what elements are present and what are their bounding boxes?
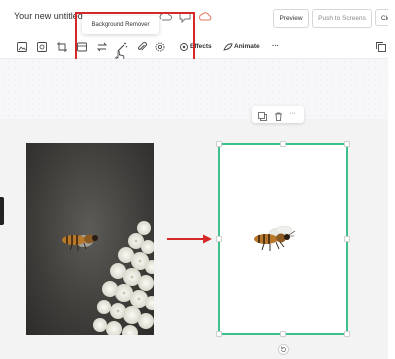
- replace-image-icon[interactable]: [36, 41, 48, 53]
- resize-handle[interactable]: [344, 331, 350, 337]
- duplicate-icon[interactable]: [375, 41, 387, 53]
- resize-handle[interactable]: [344, 236, 350, 242]
- resize-handle[interactable]: [216, 236, 222, 242]
- copy-icon[interactable]: [257, 109, 268, 121]
- right-edge: [388, 0, 395, 359]
- crop-icon[interactable]: [56, 41, 68, 53]
- resize-handle[interactable]: [216, 331, 222, 337]
- animate-label[interactable]: Animate: [234, 43, 260, 50]
- cloud-sync-icon[interactable]: [198, 10, 212, 24]
- more-options-button[interactable]: ···: [272, 43, 279, 50]
- original-bee-photo[interactable]: [26, 143, 154, 335]
- image-icon[interactable]: [16, 41, 28, 53]
- top-bar: Your new untitled Preview Push to Screen…: [0, 0, 395, 36]
- push-to-screens-button[interactable]: Push to Screens: [312, 9, 372, 28]
- editor-toolbar: Effects Animate ···: [0, 36, 395, 59]
- resize-handle[interactable]: [216, 141, 222, 147]
- resize-handle[interactable]: [280, 331, 286, 337]
- arrow-icon: [167, 234, 212, 244]
- side-panel-tab[interactable]: [0, 197, 4, 225]
- delete-icon[interactable]: [273, 109, 284, 121]
- animate-icon[interactable]: [222, 41, 234, 53]
- element-mini-toolbar: ···: [252, 106, 304, 123]
- resize-handle[interactable]: [280, 141, 286, 147]
- preview-button[interactable]: Preview: [273, 9, 309, 28]
- page-section-divider: [0, 59, 395, 119]
- resize-handle[interactable]: [344, 141, 350, 147]
- rotate-handle-icon[interactable]: [278, 344, 289, 355]
- background-removed-result[interactable]: [216, 141, 350, 337]
- document-title[interactable]: Your new untitled: [14, 11, 83, 21]
- more-icon[interactable]: ···: [289, 109, 300, 120]
